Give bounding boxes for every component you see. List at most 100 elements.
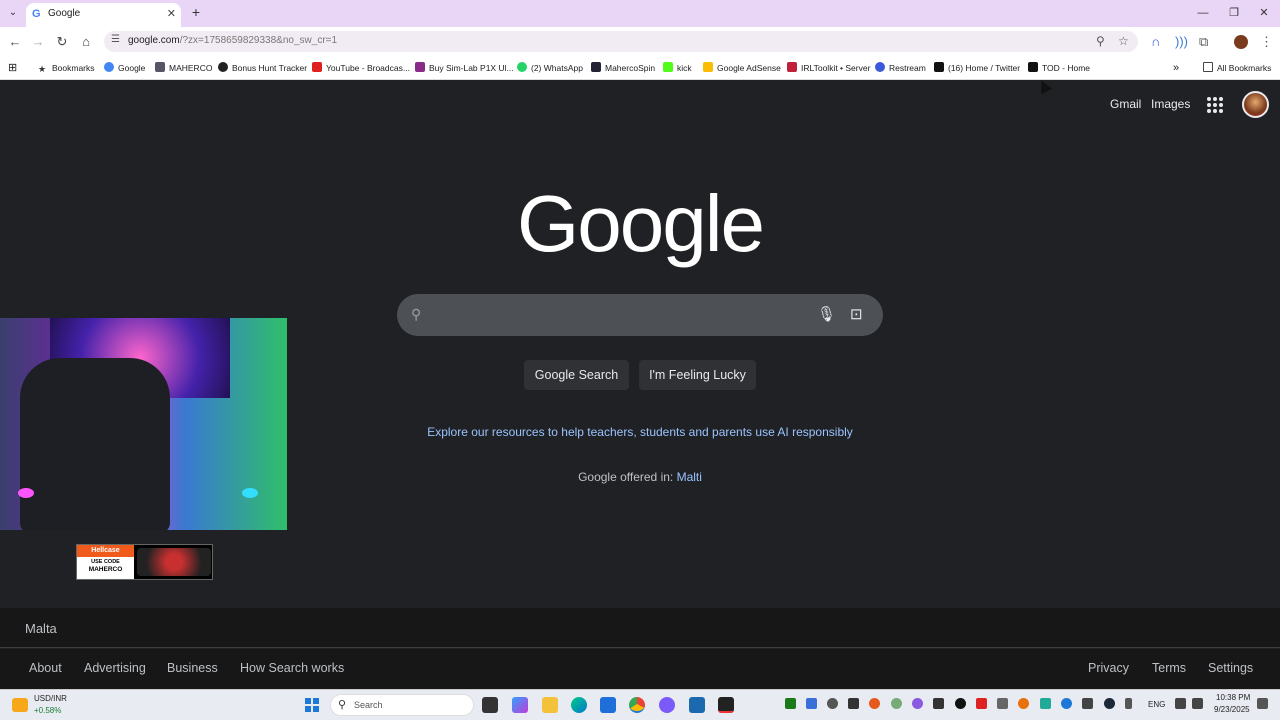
tray-app-icon-6[interactable] xyxy=(891,698,902,709)
tray-nvidia-icon[interactable] xyxy=(785,698,796,709)
bookmark-sim-lab[interactable]: Buy Sim-Lab P1X Ul... xyxy=(415,61,514,75)
clock-time[interactable]: 10:38 PM xyxy=(1216,693,1250,702)
address-bar[interactable]: ☰ google.com/?zx=1758659829338&no_sw_cr=… xyxy=(104,31,1138,52)
bookmark-maherco[interactable]: MAHERCO xyxy=(155,61,212,75)
menu-kebab-icon[interactable]: ⋮ xyxy=(1260,34,1273,50)
footer-privacy-link[interactable]: Privacy xyxy=(1088,661,1129,675)
webcam-light-left xyxy=(18,488,34,498)
tab-search-chevron-icon[interactable]: ⌄ xyxy=(4,4,22,22)
bluetooth-icon[interactable] xyxy=(1061,698,1072,709)
tab-title: Google xyxy=(48,8,81,19)
extension-a-icon[interactable]: ∩ xyxy=(1151,34,1160,49)
bookmark-irltoolkit[interactable]: IRLToolkit • Server xyxy=(787,61,870,75)
account-avatar[interactable] xyxy=(1242,91,1269,118)
copilot-icon[interactable] xyxy=(512,697,528,713)
search-input[interactable]: ⚲ 🎙︎ ⊡ xyxy=(397,294,883,336)
edge-browser-icon[interactable] xyxy=(571,697,587,713)
tray-app-icon-11[interactable] xyxy=(997,698,1008,709)
apps-grid-icon[interactable]: ⊞ xyxy=(8,61,17,75)
tab-google[interactable]: G Google ✕ xyxy=(26,3,181,27)
all-bookmarks-folder[interactable]: All Bookmarks xyxy=(1203,61,1271,75)
images-link[interactable]: Images xyxy=(1151,97,1190,111)
close-window-button[interactable]: ✕ xyxy=(1254,5,1274,21)
bookmark-bookmarks[interactable]: ★ Bookmarks xyxy=(38,61,95,75)
tray-app-icon-9[interactable] xyxy=(955,698,966,709)
currency-widget-icon[interactable] xyxy=(12,698,28,712)
taskbar-search-box[interactable]: ⚲ Search xyxy=(330,694,474,716)
windows-start-icon[interactable] xyxy=(305,698,319,712)
tray-app-icon-8[interactable] xyxy=(933,698,944,709)
google-search-button[interactable]: Google Search xyxy=(524,360,629,390)
pinned-app-icon[interactable] xyxy=(689,697,705,713)
footer-business-link[interactable]: Business xyxy=(167,661,218,675)
tray-app-icon-12[interactable] xyxy=(1018,698,1029,709)
notifications-bell-icon[interactable] xyxy=(1257,698,1268,709)
bookmark-mahercospin[interactable]: MahercoSpin xyxy=(591,61,655,75)
taskbar-search-icon: ⚲ xyxy=(338,699,347,711)
footer-terms-link[interactable]: Terms xyxy=(1152,661,1186,675)
footer-about-link[interactable]: About xyxy=(29,661,62,675)
google-lens-icon[interactable]: ⊡ xyxy=(850,305,863,323)
file-explorer-icon[interactable] xyxy=(542,697,558,713)
bookmark-google-adsense[interactable]: Google AdSense xyxy=(703,61,781,75)
tray-app-icon-5[interactable] xyxy=(869,698,880,709)
bookmark-kick[interactable]: kick xyxy=(663,61,692,75)
epic-games-icon[interactable] xyxy=(718,697,734,713)
chrome-icon[interactable] xyxy=(629,697,645,713)
bookmark-star-icon[interactable]: ☆ xyxy=(1118,34,1129,48)
microsoft-store-icon[interactable] xyxy=(600,697,616,713)
zoom-icon[interactable]: ⚲ xyxy=(1096,34,1105,48)
url-text[interactable]: google.com/?zx=1758659829338&no_sw_cr=1 xyxy=(128,35,337,46)
reload-icon[interactable]: ↻ xyxy=(53,33,71,51)
google-apps-grid-icon[interactable] xyxy=(1207,97,1223,113)
bookmark-bonus-hunt-tracker[interactable]: Bonus Hunt Tracker xyxy=(218,61,307,75)
footer-advertising-link[interactable]: Advertising xyxy=(84,661,146,675)
microphone-tray-icon[interactable] xyxy=(1125,698,1132,709)
bookmark-twitter[interactable]: (16) Home / Twitter xyxy=(934,61,1020,75)
home-icon[interactable]: ⌂ xyxy=(77,33,95,51)
bookmark-whatsapp[interactable]: (2) WhatsApp xyxy=(517,61,583,75)
ticker-name[interactable]: USD/INR xyxy=(34,694,67,703)
bookmark-youtube[interactable]: YouTube - Broadcas... xyxy=(312,61,410,75)
more-bookmarks-chevron-icon[interactable]: » xyxy=(1173,61,1179,75)
hellcase-promo-banner: Hellcase USE CODE MAHERCO xyxy=(76,544,213,580)
extensions-puzzle-icon[interactable]: ⧉ xyxy=(1199,34,1208,50)
tray-app-icon-10[interactable] xyxy=(976,698,987,709)
profile-avatar-icon[interactable] xyxy=(1234,35,1248,49)
tray-app-icon-7[interactable] xyxy=(912,698,923,709)
microphone-icon[interactable]: 🎙︎ xyxy=(817,305,836,323)
extension-sound-icon[interactable]: ))) xyxy=(1175,34,1188,49)
minimize-button[interactable]: — xyxy=(1193,5,1213,21)
clock-date[interactable]: 9/23/2025 xyxy=(1214,705,1250,714)
promo-code: MAHERCO xyxy=(88,566,123,573)
gmail-link[interactable]: Gmail xyxy=(1110,97,1141,111)
promo-rifle-image xyxy=(137,548,211,576)
footer-settings-link[interactable]: Settings xyxy=(1208,661,1253,675)
bookmark-google[interactable]: Google xyxy=(104,61,145,75)
bookmark-tod-home[interactable]: TOD - Home xyxy=(1028,61,1090,75)
footer-how-search-works-link[interactable]: How Search works xyxy=(240,661,344,675)
webcam-light-right xyxy=(242,488,258,498)
bookmarks-bar: ⊞ ★ Bookmarks Google MAHERCO Bonus Hunt T… xyxy=(0,56,1280,80)
close-tab-icon[interactable]: ✕ xyxy=(167,7,176,21)
task-view-icon[interactable] xyxy=(482,697,498,713)
language-indicator[interactable]: ENG xyxy=(1148,700,1165,709)
tray-app-icon-2[interactable] xyxy=(806,698,817,709)
forward-arrow-icon[interactable]: → xyxy=(29,33,47,51)
tray-app-icon-15[interactable] xyxy=(1082,698,1093,709)
tray-app-icon-4[interactable] xyxy=(848,698,859,709)
steam-icon[interactable] xyxy=(1104,698,1115,709)
site-info-icon[interactable]: ☰ xyxy=(111,34,120,45)
messenger-app-icon[interactable] xyxy=(659,697,675,713)
tray-app-icon-3[interactable] xyxy=(827,698,838,709)
feeling-lucky-button[interactable]: I'm Feeling Lucky xyxy=(639,360,756,390)
bookmark-restream[interactable]: Restream xyxy=(875,61,926,75)
back-arrow-icon[interactable]: ← xyxy=(6,33,24,51)
new-tab-button[interactable]: + xyxy=(188,4,204,20)
tray-app-icon-13[interactable] xyxy=(1040,698,1051,709)
promo-brand-logo: Hellcase xyxy=(77,545,134,557)
network-icon[interactable] xyxy=(1175,698,1186,709)
language-link-malti[interactable]: Malti xyxy=(677,470,702,484)
restore-button[interactable]: ❐ xyxy=(1224,5,1244,21)
volume-icon[interactable] xyxy=(1192,698,1203,709)
